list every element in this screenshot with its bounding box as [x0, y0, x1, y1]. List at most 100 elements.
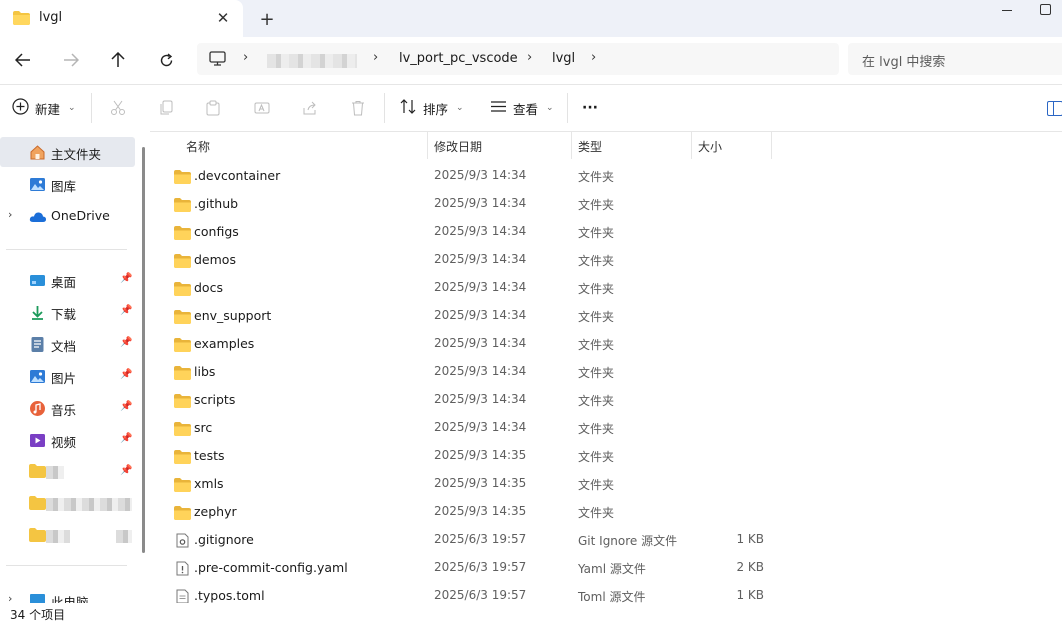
chevron-right-icon[interactable]: › — [8, 208, 12, 221]
folder-icon — [174, 226, 191, 243]
folder-icon — [29, 528, 46, 545]
delete-icon[interactable] — [347, 97, 369, 119]
new-tab-button[interactable]: + — [256, 8, 278, 30]
sidebar-label: 桌面 — [51, 275, 77, 290]
sidebar-item-documents[interactable]: 文档 📌 — [0, 329, 135, 359]
command-bar: 新建 ⌄ 排序 ⌄ 查看 ⌄ ··· — [0, 85, 1062, 132]
file-row[interactable]: .github 2025/9/3 14:34 文件夹 — [150, 190, 1062, 218]
file-row[interactable]: demos 2025/9/3 14:34 文件夹 — [150, 246, 1062, 274]
file-type: 文件夹 — [578, 198, 615, 212]
column-header-date[interactable]: 修改日期 — [428, 131, 571, 159]
view-button[interactable]: 查看 ⌄ — [490, 97, 554, 119]
file-row[interactable]: xmls 2025/9/3 14:35 文件夹 — [150, 470, 1062, 498]
file-row[interactable]: libs 2025/9/3 14:34 文件夹 — [150, 358, 1062, 386]
file-row[interactable]: src 2025/9/3 14:34 文件夹 — [150, 414, 1062, 442]
file-row[interactable]: docs 2025/9/3 14:34 文件夹 — [150, 274, 1062, 302]
chevron-right-icon[interactable]: › — [373, 50, 378, 65]
file-row[interactable]: tests 2025/9/3 14:35 文件夹 — [150, 442, 1062, 470]
file-type: 文件夹 — [578, 254, 615, 268]
cut-icon[interactable] — [107, 97, 129, 119]
file-row[interactable]: examples 2025/9/3 14:34 文件夹 — [150, 330, 1062, 358]
pin-icon[interactable]: 📌 — [120, 401, 132, 412]
file-type: 文件夹 — [578, 422, 615, 436]
sidebar-item-pinned-folder[interactable] — [0, 521, 135, 551]
sidebar-item-this-pc[interactable]: › 此电脑 — [0, 585, 135, 603]
back-icon[interactable] — [10, 48, 36, 72]
sidebar-item-music[interactable]: 音乐 📌 — [0, 393, 135, 423]
sidebar-item-desktop[interactable]: 桌面 📌 — [0, 265, 135, 295]
new-button[interactable]: 新建 ⌄ — [12, 97, 76, 119]
sort-button[interactable]: 排序 ⌄ — [400, 97, 464, 119]
column-header-type[interactable]: 类型 — [572, 131, 691, 159]
column-header-name[interactable]: 名称 — [150, 131, 427, 159]
folder-icon — [174, 310, 191, 327]
sidebar-item-gallery[interactable]: 图库 — [0, 169, 135, 199]
title-bar: lvgl ✕ + — [0, 0, 1062, 37]
file-modified-date: 2025/9/3 14:35 — [434, 448, 527, 462]
pin-icon[interactable]: 📌 — [120, 465, 132, 476]
file-type: 文件夹 — [578, 226, 615, 240]
file-row[interactable]: zephyr 2025/9/3 14:35 文件夹 — [150, 498, 1062, 526]
up-icon[interactable] — [105, 48, 131, 72]
more-options-button[interactable]: ··· — [582, 97, 598, 119]
sidebar-item-onedrive[interactable]: › OneDrive — [0, 201, 135, 231]
folder-icon — [174, 422, 191, 439]
file-type: 文件夹 — [578, 506, 615, 520]
column-divider[interactable] — [771, 131, 772, 159]
chevron-right-icon[interactable]: › — [591, 50, 596, 65]
file-name: docs — [194, 280, 223, 295]
search-input[interactable]: 在 lvgl 中搜索 — [848, 43, 1062, 75]
file-row[interactable]: .gitignore 2025/6/3 19:57 Git Ignore 源文件 1 … — [150, 526, 1062, 554]
folder-icon — [174, 450, 191, 467]
sidebar-item-downloads[interactable]: 下载 📌 — [0, 297, 135, 327]
forward-icon[interactable] — [58, 48, 84, 72]
pin-icon[interactable]: 📌 — [120, 305, 132, 316]
sidebar-item-pictures[interactable]: 图片 📌 — [0, 361, 135, 391]
file-row[interactable]: scripts 2025/9/3 14:34 文件夹 — [150, 386, 1062, 414]
breadcrumb-item[interactable]: lv_port_pc_vscode — [399, 51, 518, 66]
sidebar-item-home[interactable]: 主文件夹 — [0, 137, 135, 167]
file-modified-date: 2025/9/3 14:34 — [434, 392, 527, 406]
close-tab-icon[interactable]: ✕ — [212, 7, 234, 29]
sidebar-item-videos[interactable]: 视频 📌 — [0, 425, 135, 455]
chevron-right-icon[interactable]: › — [8, 592, 12, 603]
file-row[interactable]: .typos.toml 2025/6/3 19:57 Toml 源文件 1 KB — [150, 582, 1062, 603]
file-row[interactable]: env_support 2025/9/3 14:34 文件夹 — [150, 302, 1062, 330]
status-bar: 34 个项目 — [0, 603, 1062, 623]
sidebar-item-pinned-folder[interactable] — [0, 489, 135, 519]
minimize-icon[interactable] — [998, 0, 1028, 22]
sidebar-scrollbar[interactable] — [142, 147, 145, 553]
copy-icon[interactable] — [155, 97, 177, 119]
rename-icon[interactable] — [251, 97, 273, 119]
file-row[interactable]: .devcontainer 2025/9/3 14:34 文件夹 — [150, 162, 1062, 190]
breadcrumb-hidden-segment[interactable] — [267, 54, 357, 68]
pin-icon[interactable]: 📌 — [120, 337, 132, 348]
sidebar-item-pinned-folder[interactable]: 📌 — [0, 457, 135, 487]
pin-icon[interactable]: 📌 — [120, 369, 132, 380]
share-icon[interactable] — [299, 97, 321, 119]
address-bar[interactable]: › › lv_port_pc_vscode › lvgl › — [197, 43, 839, 75]
details-pane-icon[interactable] — [1047, 101, 1062, 116]
chevron-right-icon[interactable]: › — [243, 50, 248, 65]
paste-icon[interactable] — [202, 97, 224, 119]
folder-icon — [174, 394, 191, 411]
refresh-icon[interactable] — [153, 48, 179, 72]
pin-icon[interactable]: 📌 — [120, 433, 132, 444]
chevron-right-icon[interactable]: › — [527, 50, 532, 65]
file-type: 文件夹 — [578, 310, 615, 324]
sidebar-label: OneDrive — [51, 208, 110, 223]
file-row[interactable]: .pre-commit-config.yaml 2025/6/3 19:57 Yam… — [150, 554, 1062, 582]
file-row[interactable]: configs 2025/9/3 14:34 文件夹 — [150, 218, 1062, 246]
sidebar-label: 下载 — [51, 307, 77, 322]
column-header-label: 大小 — [698, 140, 723, 154]
folder-icon — [174, 506, 191, 523]
breadcrumb-item[interactable]: lvgl — [552, 51, 575, 66]
tab-lvgl[interactable]: lvgl ✕ — [0, 0, 243, 37]
pin-icon[interactable]: 📌 — [120, 273, 132, 284]
file-size: 1 KB — [736, 588, 764, 602]
file-modified-date: 2025/9/3 14:34 — [434, 336, 527, 350]
file-modified-date: 2025/6/3 19:57 — [434, 532, 527, 546]
maximize-icon[interactable] — [1038, 4, 1051, 16]
column-header-size[interactable]: 大小 — [692, 131, 771, 159]
file-type: 文件夹 — [578, 450, 615, 464]
